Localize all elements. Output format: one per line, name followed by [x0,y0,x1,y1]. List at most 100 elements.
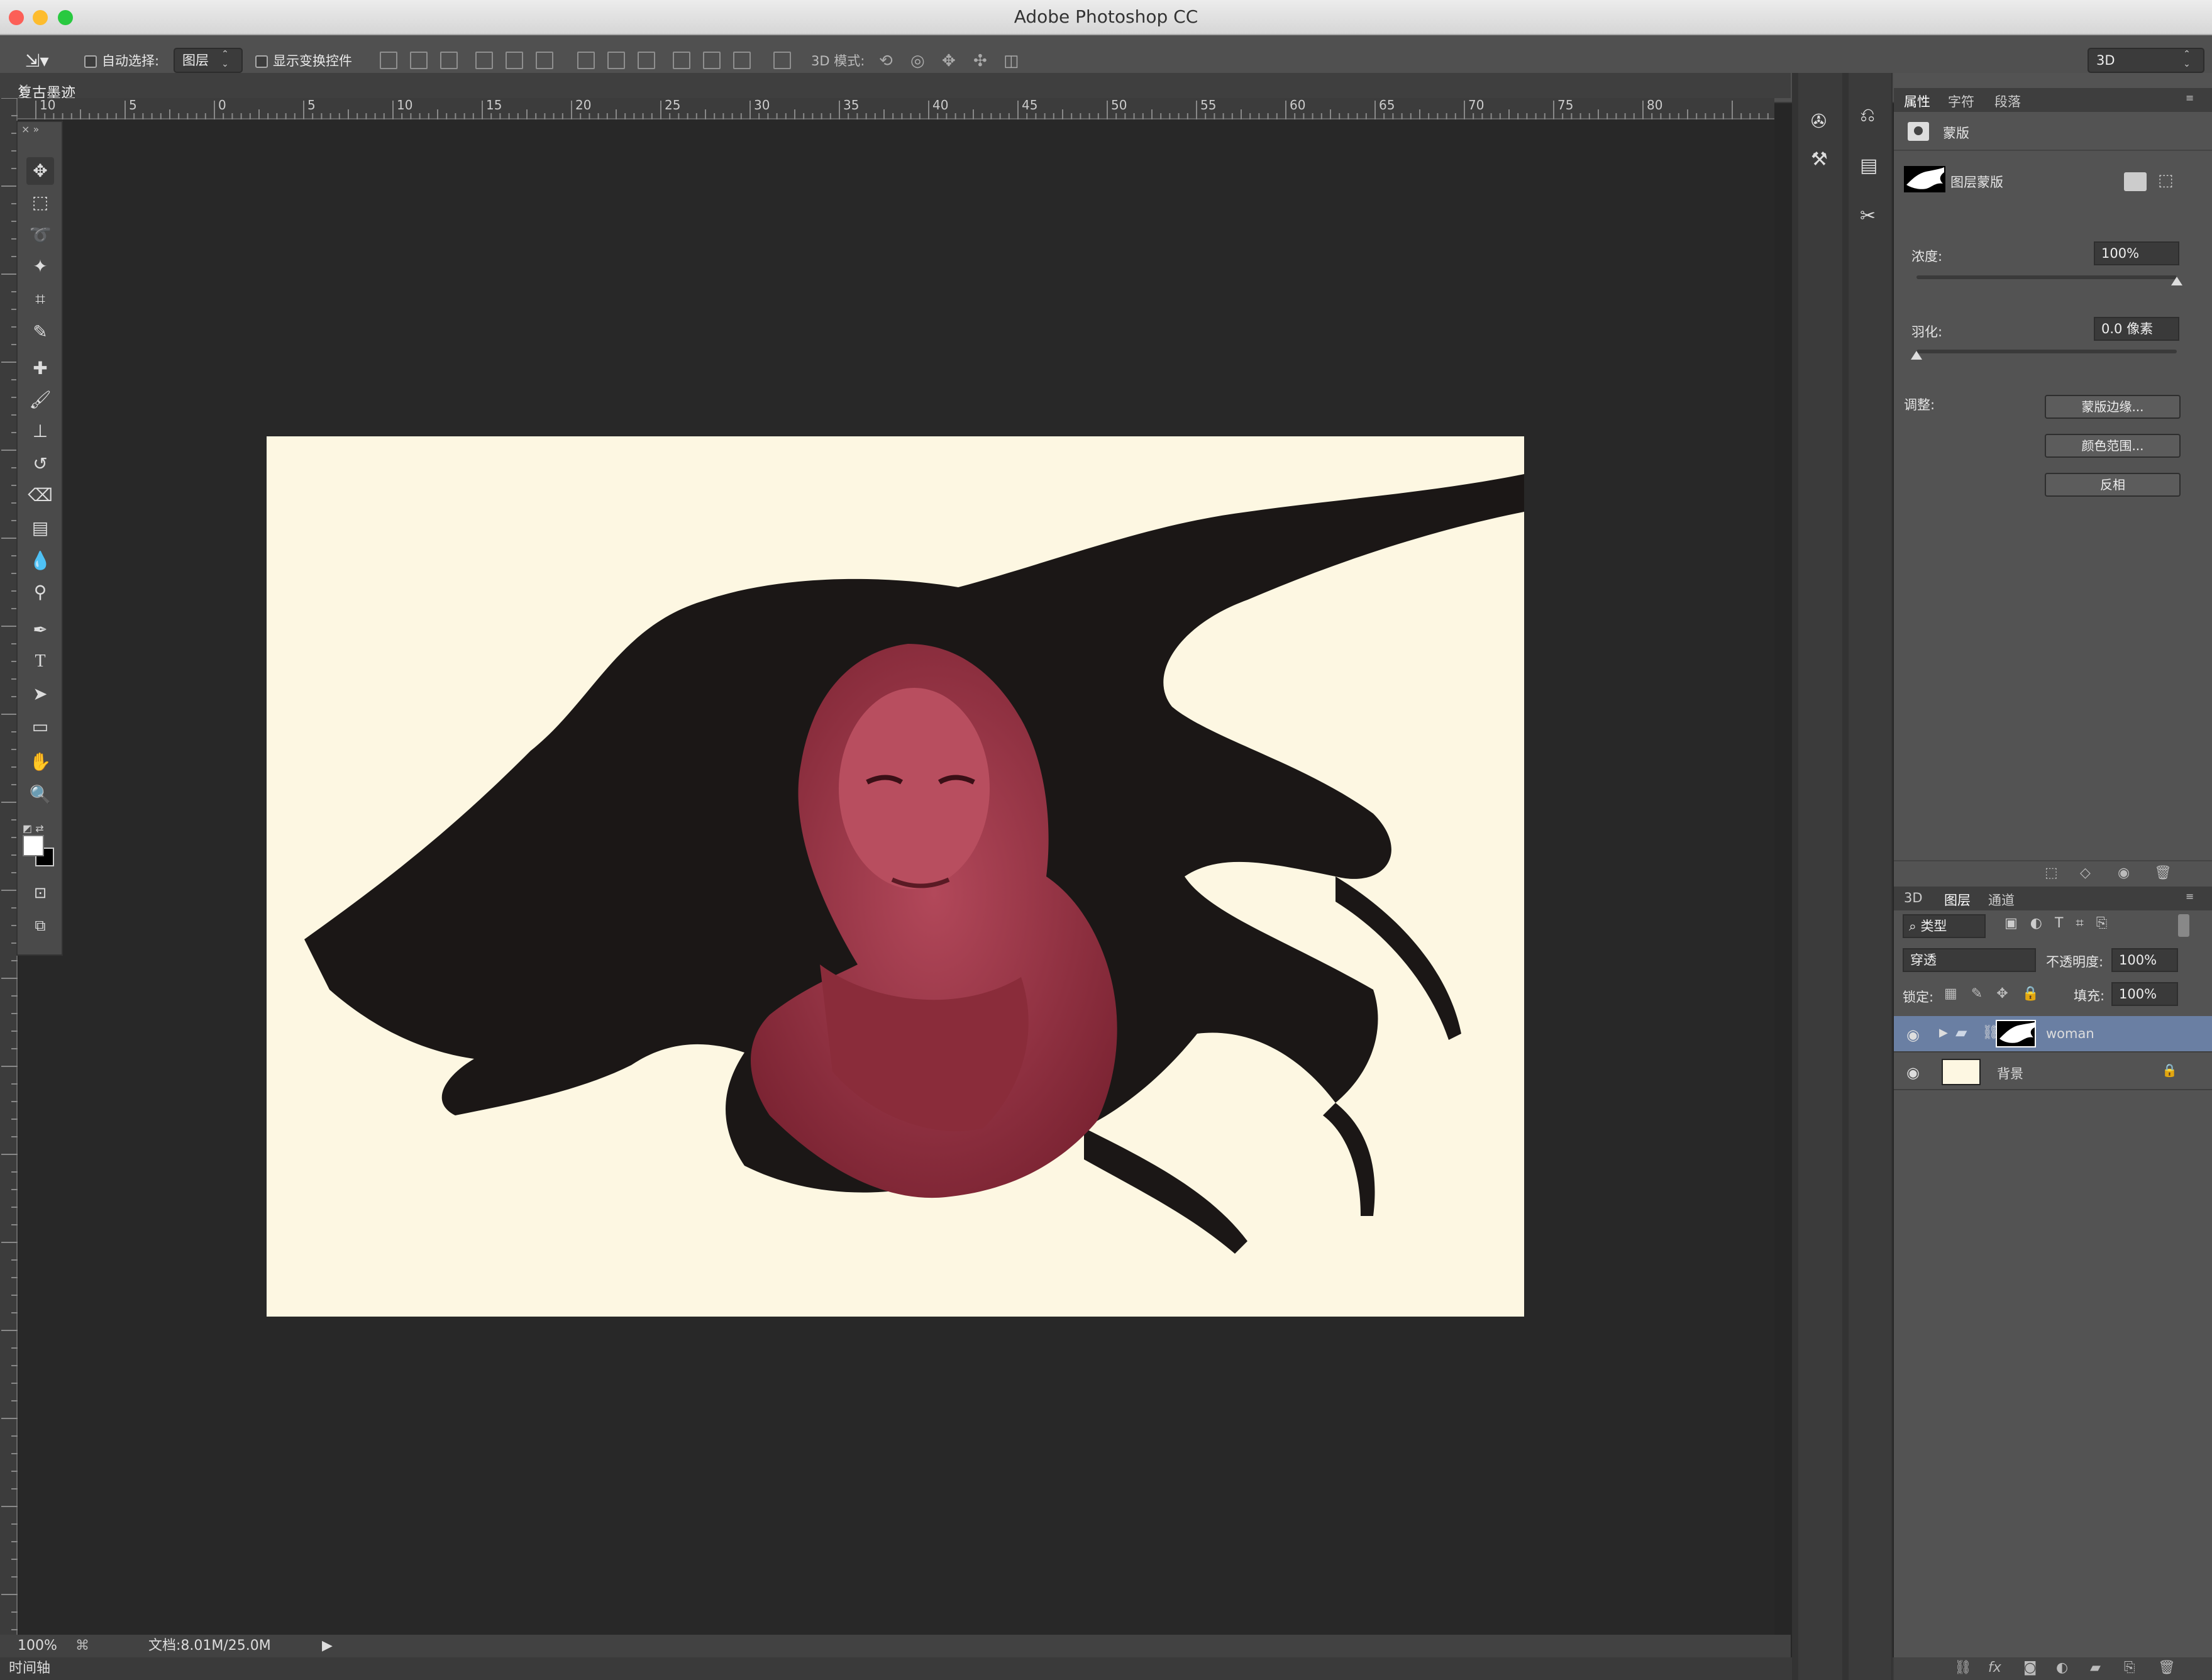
tab-channels[interactable]: 通道 [1988,890,2015,909]
magic-wand-tool-icon[interactable]: ✦ [26,253,54,280]
crop-tool-icon[interactable]: ⌗ [26,285,54,313]
status-menu-arrow-icon[interactable]: ▶ [322,1635,333,1657]
show-transform-check-icon[interactable] [255,55,268,68]
delete-mask-icon[interactable]: 🗑 [2154,865,2172,881]
tab-3d[interactable]: 3D [1904,890,1923,905]
status-info-icon[interactable]: ⌘ [75,1635,89,1657]
feather-field[interactable]: 0.0 像素 [2094,317,2179,341]
lock-icons[interactable]: ▦✎✥🔒 [1944,986,2053,1002]
fx-icon[interactable]: fx [1988,1660,2001,1676]
screen-mode-icon[interactable]: ⧉ [26,912,54,939]
auto-align-icon[interactable] [773,52,791,69]
brush-presets-icon[interactable]: ✇ [1811,111,1827,133]
layers-panel-menu-icon[interactable]: ≡ [2186,890,2194,902]
align-top-icon[interactable] [380,52,397,69]
gradient-tool-icon[interactable]: ▤ [26,514,54,542]
default-colors-icon[interactable]: ◩ ⇄ [23,822,44,834]
toolbox-collapse-icon[interactable]: × » [21,123,39,135]
rectangle-tool-icon[interactable]: ▭ [26,713,54,741]
show-transform-checkbox[interactable]: 显示变换控件 [255,49,352,73]
marquee-tool-icon[interactable]: ⬚ [26,189,54,216]
invert-button[interactable]: 反相 [2045,473,2181,497]
delete-layer-icon[interactable]: 🗑 [2158,1660,2176,1676]
path-selection-tool-icon[interactable]: ➤ [26,680,54,708]
brush-tool-icon[interactable]: 🖌 [26,386,54,414]
link-layers-icon[interactable]: ⛓ [1954,1660,1972,1676]
dodge-tool-icon[interactable]: ⚲ [26,578,54,606]
tab-layers[interactable]: 图层 [1944,890,1971,909]
tool-presets-icon[interactable]: ⚒ [1811,148,1828,170]
density-slider-thumb[interactable] [2171,277,2182,285]
pan-3d-icon[interactable]: ✥ [942,49,956,73]
document-tab[interactable]: ×复古墨迹海报 @ 100% (woman, 图层蒙版/8) * [0,73,1791,198]
new-group-icon[interactable]: ▰ [2090,1660,2101,1676]
scale-3d-icon[interactable]: ◫ [1004,49,1019,73]
distribute-top-icon[interactable] [577,52,595,69]
opacity-field[interactable]: 100% [2111,948,2178,972]
workspace-dropdown[interactable]: 3D [2088,48,2204,73]
select-pixel-mask-icon[interactable] [2124,172,2147,191]
load-selection-icon[interactable]: ⬚ [2045,865,2058,881]
distribute-bottom-icon[interactable] [638,52,655,69]
panel-menu-icon[interactable]: ≡ [2186,92,2194,104]
move-tool-preset-icon[interactable]: ⇲▾ [25,49,49,73]
auto-select-checkbox[interactable]: 自动选择: [84,49,159,73]
feather-slider-track[interactable] [1916,350,2177,353]
zoom-level[interactable]: 100% [18,1635,57,1657]
distribute-vcenter-icon[interactable] [607,52,625,69]
layer-row-woman[interactable]: ◉ ▶ ▰ ⛓ woman [1894,1016,2212,1053]
color-range-button[interactable]: 颜色范围... [2045,434,2181,458]
zoom-tool-icon[interactable]: 🔍 [26,781,54,809]
clone-stamp-tool-icon[interactable]: ⊥ [26,417,54,445]
eraser-tool-icon[interactable]: ⌫ [26,482,54,509]
auto-select-dropdown[interactable]: 图层 [174,48,243,73]
layer-row-background[interactable]: ◉ 背景 🔒 [1894,1054,2212,1090]
visibility-eye-icon[interactable]: ◉ [1906,1026,1920,1044]
mask-edge-button[interactable]: 蒙版边缘... [2045,395,2181,419]
align-vcenter-icon[interactable] [410,52,428,69]
tab-paragraph[interactable]: 段落 [1994,92,2021,111]
density-field[interactable]: 100% [2094,241,2179,265]
layer-filter-dropdown[interactable]: ⌕ 类型 [1903,914,1986,938]
feather-slider-thumb[interactable] [1911,351,1922,360]
adjustment-layer-icon[interactable]: ◐ [2056,1660,2068,1676]
add-mask-icon[interactable]: ◙ [2023,1660,2037,1676]
eyedropper-tool-icon[interactable]: ✎ [26,318,54,346]
layer-filter-icons[interactable]: ▣◐T⌗⎘ [2005,915,2120,931]
foreground-color-swatch[interactable] [23,835,44,856]
healing-brush-tool-icon[interactable]: ✚ [26,355,54,382]
tab-character[interactable]: 字符 [1948,92,1974,111]
history-brush-tool-icon[interactable]: ↺ [26,450,54,478]
history-icon[interactable]: ⎌ [1860,104,1875,126]
slide-3d-icon[interactable]: ✣ [973,49,987,73]
actions-icon[interactable]: ▤ [1860,155,1877,177]
document-canvas[interactable] [267,436,1524,1317]
quick-mask-icon[interactable]: ⊡ [26,879,54,907]
move-tool-icon[interactable]: ✥ [26,157,54,185]
orbit-3d-icon[interactable]: ⟲ [879,49,893,73]
align-right-icon[interactable] [536,52,553,69]
filter-toggle-icon[interactable] [2178,914,2189,937]
align-left-icon[interactable] [475,52,493,69]
lasso-tool-icon[interactable]: ➰ [26,221,54,249]
tools-icon[interactable]: ✂ [1860,205,1876,227]
apply-mask-icon[interactable]: ◇ [2080,865,2091,881]
density-slider-track[interactable] [1916,275,2177,279]
tab-properties[interactable]: 属性 [1904,92,1930,111]
blend-mode-dropdown[interactable]: 穿透 [1903,948,2036,972]
align-bottom-icon[interactable] [440,52,458,69]
distribute-right-icon[interactable] [733,52,751,69]
blur-tool-icon[interactable]: 💧 [26,547,54,575]
vector-mask-icon[interactable]: ⬚ [2158,171,2174,190]
roll-3d-icon[interactable]: ◎ [910,49,925,73]
new-layer-icon[interactable]: ⎘ [2124,1660,2135,1676]
distribute-left-icon[interactable] [673,52,690,69]
expand-group-icon[interactable]: ▶ [1939,1026,1948,1039]
woman-mask-thumbnail[interactable] [1996,1020,2036,1047]
type-tool-icon[interactable]: T [26,648,54,675]
pen-tool-icon[interactable]: ✒ [26,616,54,644]
align-hcenter-icon[interactable] [506,52,523,69]
toggle-mask-visibility-icon[interactable]: ◉ [2118,865,2130,881]
hand-tool-icon[interactable]: ✋ [26,748,54,776]
auto-select-check-icon[interactable] [84,55,97,68]
